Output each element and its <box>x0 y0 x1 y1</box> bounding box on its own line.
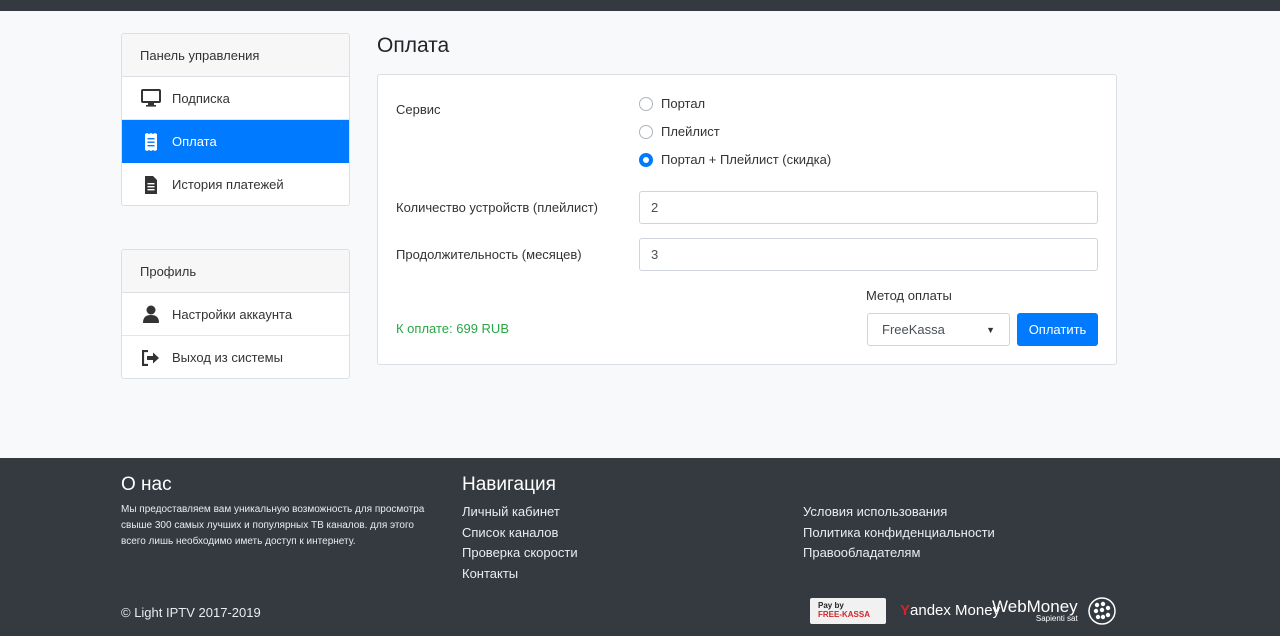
sidebar-item-payment-history[interactable]: История платежей <box>122 163 349 205</box>
page-title: Оплата <box>377 34 450 57</box>
sidebar-item-label: Выход из системы <box>172 350 283 365</box>
sidebar-item-account-settings[interactable]: Настройки аккаунта <box>122 293 349 336</box>
duration-input[interactable]: 3 <box>639 238 1098 271</box>
chevron-down-icon: ▼ <box>986 324 995 335</box>
duration-value: 3 <box>651 247 659 262</box>
sign-out-icon <box>140 348 162 368</box>
footer-link-copyright-holders[interactable]: Правообладателям <box>803 545 920 560</box>
user-icon <box>140 304 162 324</box>
freekassa-logo-line2: FREE-KASSA <box>818 610 871 619</box>
profile-card: Профиль Настройки аккаунта Выход из сист… <box>121 249 350 379</box>
footer-link-cabinet[interactable]: Личный кабинет <box>462 504 560 519</box>
devices-label: Количество устройств (плейлист) <box>396 200 599 215</box>
duration-label: Продолжительность (месяцев) <box>396 247 582 262</box>
payment-method-label: Метод оплаты <box>866 288 952 303</box>
devices-value: 2 <box>651 200 659 215</box>
document-icon <box>140 175 162 195</box>
sidebar-item-label: Оплата <box>172 134 217 149</box>
sidebar-item-label: История платежей <box>172 177 284 192</box>
devices-input[interactable]: 2 <box>639 191 1098 224</box>
footer: О нас Мы предоставляем вам уникальную во… <box>0 458 1280 636</box>
footer-link-privacy[interactable]: Политика конфиденциальности <box>803 525 995 540</box>
footer-nav-title: Навигация <box>462 474 556 495</box>
service-option-playlist[interactable]: Плейлист <box>639 124 720 139</box>
footer-about-title: О нас <box>121 474 172 495</box>
radio-circle[interactable] <box>639 152 653 167</box>
freekassa-logo-line1: Pay by <box>818 601 844 610</box>
service-option-portal-playlist[interactable]: Портал + Плейлист (скидка) <box>639 152 831 167</box>
footer-link-contacts[interactable]: Контакты <box>462 566 518 581</box>
footer-link-channels[interactable]: Список каналов <box>462 525 558 540</box>
sidebar-item-label: Настройки аккаунта <box>172 306 293 322</box>
webmoney-logo[interactable]: WebMoney Sapienti sat <box>992 598 1078 624</box>
payment-form-panel: Сервис Портал Плейлист Портал + Плейлист… <box>377 74 1117 365</box>
footer-link-speed-test[interactable]: Проверка скорости <box>462 545 578 560</box>
receipt-icon <box>140 132 162 152</box>
profile-title: Профиль <box>122 250 349 293</box>
radio-label: Плейлист <box>661 124 720 139</box>
yandex-money-logo[interactable]: Yandex Money <box>900 602 1000 619</box>
monitor-icon <box>140 88 162 108</box>
top-bar <box>0 0 1280 11</box>
control-panel-title: Панель управления <box>122 34 349 77</box>
service-label: Сервис <box>396 102 441 117</box>
sidebar-item-subscription[interactable]: Подписка <box>122 77 349 120</box>
radio-circle[interactable] <box>639 96 653 111</box>
radio-label: Портал <box>661 96 706 111</box>
sidebar-item-logout[interactable]: Выход из системы <box>122 336 349 378</box>
freekassa-logo[interactable]: Pay by FREE-KASSA <box>810 598 886 624</box>
payment-method-select[interactable]: FreeKassa ▼ <box>867 313 1010 346</box>
payment-method-value: FreeKassa <box>882 322 945 337</box>
yandex-y-letter: Y <box>900 602 911 619</box>
sidebar-item-label: Подписка <box>172 90 230 106</box>
sidebar-item-payment[interactable]: Оплата <box>122 120 349 163</box>
footer-link-terms[interactable]: Условия использования <box>803 504 947 519</box>
footer-about-text: Мы предоставляем вам уникальную возможно… <box>121 504 425 547</box>
total-amount: К оплате: 699 RUB <box>396 321 509 336</box>
radio-circle[interactable] <box>639 124 653 139</box>
webmoney-globe-icon <box>1088 597 1116 625</box>
pay-button[interactable]: Оплатить <box>1017 313 1098 346</box>
radio-label: Портал + Плейлист (скидка) <box>661 152 832 167</box>
copyright: © Light IPTV 2017-2019 <box>121 605 261 620</box>
control-panel-card: Панель управления Подписка Оплата Истори… <box>121 33 350 206</box>
yandex-money-text: andex Money <box>910 602 1001 619</box>
service-option-portal[interactable]: Портал <box>639 96 705 111</box>
